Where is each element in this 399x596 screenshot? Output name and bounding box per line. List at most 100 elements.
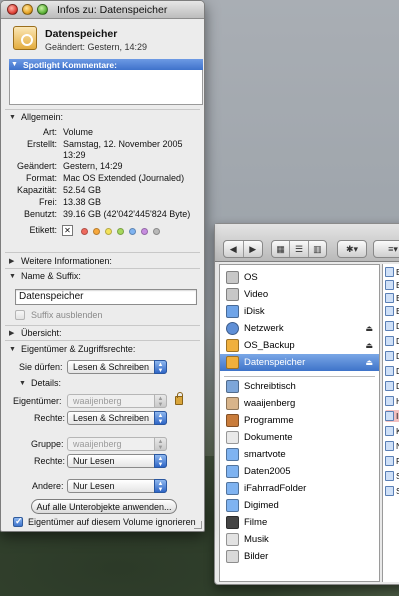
list-item[interactable]: Ba bbox=[385, 279, 399, 291]
title-bar[interactable]: Infos zu: Datenspeicher bbox=[1, 1, 204, 19]
sidebar-item-bilder[interactable]: Bilder bbox=[220, 548, 379, 565]
sidebar-item-daten2005[interactable]: Daten2005 bbox=[220, 463, 379, 480]
group-rights-popup[interactable]: Nur Lesen ▲ ▼ bbox=[67, 454, 167, 468]
info-key: Benutzt: bbox=[23, 209, 57, 219]
disclosure-triangle-open-icon[interactable]: ▼ bbox=[19, 380, 27, 387]
spotlight-comments-header[interactable]: ▼ Spotlight Kommentare: bbox=[9, 59, 203, 70]
disclosure-triangle-closed-icon[interactable]: ▶ bbox=[9, 257, 17, 265]
popup-arrows-icon: ▲ ▼ bbox=[154, 411, 167, 425]
group-popup[interactable]: waaijenberg ▲ ▼ bbox=[67, 437, 167, 451]
disclosure-triangle-open-icon[interactable]: ▼ bbox=[11, 61, 19, 68]
arrange-menu-button[interactable]: ≡▾ bbox=[373, 240, 399, 258]
owner-rights-label: Rechte: bbox=[34, 413, 66, 423]
sidebar-item-os[interactable]: OS bbox=[220, 269, 379, 286]
eject-icon[interactable]: ⏏ bbox=[365, 341, 373, 350]
others-popup[interactable]: Nur Lesen ▲ ▼ bbox=[67, 479, 167, 493]
folder-icon bbox=[385, 426, 394, 436]
disclosure-triangle-closed-icon[interactable]: ▶ bbox=[9, 329, 17, 337]
section-name-suffix[interactable]: ▼ Name & Suffix: bbox=[9, 271, 81, 281]
file-icon bbox=[385, 293, 394, 303]
label-red-dot[interactable] bbox=[81, 228, 88, 235]
list-item[interactable]: Do bbox=[385, 380, 399, 392]
music-note-icon bbox=[226, 533, 239, 546]
action-menu-button[interactable]: ✱▾ bbox=[337, 240, 367, 258]
sidebar-item-smartvote[interactable]: smartvote bbox=[220, 446, 379, 463]
file-icon bbox=[385, 336, 394, 346]
section-general[interactable]: ▼ Allgemein: bbox=[9, 112, 63, 122]
section-more-info[interactable]: ▶ Weitere Informationen: bbox=[9, 256, 112, 266]
pictures-icon bbox=[226, 550, 239, 563]
sidebar-item-digimed[interactable]: Digimed bbox=[220, 497, 379, 514]
sidebar-item-musik[interactable]: Musik bbox=[220, 531, 379, 548]
label-orange-dot[interactable] bbox=[93, 228, 100, 235]
zoom-button[interactable] bbox=[37, 4, 48, 15]
disclosure-triangle-open-icon[interactable]: ▼ bbox=[9, 114, 17, 121]
sidebar-item-dokumente[interactable]: Dokumente bbox=[220, 429, 379, 446]
hide-suffix-checkbox[interactable] bbox=[15, 310, 25, 320]
divider bbox=[5, 109, 200, 110]
label-purple-dot[interactable] bbox=[141, 228, 148, 235]
film-icon bbox=[226, 516, 239, 529]
list-item[interactable]: Da bbox=[385, 335, 399, 347]
ignore-ownership-checkbox[interactable] bbox=[13, 516, 23, 527]
list-item[interactable]: Ba bbox=[385, 292, 399, 304]
sidebar-item-programme[interactable]: Programme bbox=[220, 412, 379, 429]
list-item[interactable]: Sc bbox=[385, 470, 399, 482]
sidebar-item-label: waaijenberg bbox=[244, 398, 296, 409]
column-view-icon[interactable]: ▥ bbox=[309, 241, 326, 257]
sidebar-item-os-backup[interactable]: OS_Backup ⏏ bbox=[220, 337, 379, 354]
label-green-dot[interactable] bbox=[117, 228, 124, 235]
spotlight-comments-field[interactable] bbox=[9, 70, 203, 105]
label-gray-dot[interactable] bbox=[153, 228, 160, 235]
resize-handle[interactable] bbox=[194, 521, 202, 529]
section-preview[interactable]: ▶ Übersicht: bbox=[9, 328, 62, 338]
no-label-x-icon[interactable]: ✕ bbox=[62, 225, 73, 236]
sidebar-item-video[interactable]: Video bbox=[220, 286, 379, 303]
list-item[interactable]: Di bbox=[385, 365, 399, 377]
list-item[interactable]: In bbox=[385, 410, 399, 422]
sidebar-item-idisk[interactable]: iDisk bbox=[220, 303, 379, 320]
minimize-button[interactable] bbox=[22, 4, 33, 15]
popup-arrows-icon: ▲ ▼ bbox=[154, 437, 167, 451]
eject-icon[interactable]: ⏏ bbox=[365, 324, 373, 333]
list-item[interactable]: Di bbox=[385, 350, 399, 362]
sidebar-item-home[interactable]: waaijenberg bbox=[220, 395, 379, 412]
folder-icon bbox=[385, 381, 394, 391]
hard-drive-icon bbox=[226, 288, 239, 301]
list-item[interactable]: Ba bbox=[385, 266, 399, 278]
icon-view-icon[interactable]: ▦ bbox=[272, 241, 291, 257]
disclosure-triangle-open-icon[interactable]: ▼ bbox=[9, 346, 17, 353]
folder-icon bbox=[226, 499, 239, 512]
section-permissions[interactable]: ▼ Eigentümer & Zugriffsrechte: bbox=[9, 344, 135, 354]
forward-arrow-icon[interactable]: ▶ bbox=[244, 241, 263, 257]
list-item[interactable]: Se bbox=[385, 485, 399, 497]
disclosure-triangle-open-icon[interactable]: ▼ bbox=[9, 273, 17, 280]
label-yellow-dot[interactable] bbox=[105, 228, 112, 235]
view-switcher[interactable]: ▦ ☰ ▥ bbox=[271, 240, 327, 258]
list-item[interactable]: Ne bbox=[385, 440, 399, 452]
list-item[interactable]: Ba bbox=[385, 305, 399, 317]
section-details[interactable]: ▼ Details: bbox=[19, 378, 61, 388]
sidebar-item-datenspeicher[interactable]: Datenspeicher ⏏ bbox=[220, 354, 379, 371]
lock-icon[interactable] bbox=[175, 392, 183, 405]
list-view-icon[interactable]: ☰ bbox=[290, 241, 309, 257]
you-can-popup[interactable]: Lesen & Schreiben ▲ ▼ bbox=[67, 360, 167, 374]
sidebar-item-netzwerk[interactable]: Netzwerk ⏏ bbox=[220, 320, 379, 337]
owner-rights-popup[interactable]: Lesen & Schreiben ▲ ▼ bbox=[67, 411, 167, 425]
back-arrow-icon[interactable]: ◀ bbox=[224, 241, 244, 257]
close-button[interactable] bbox=[7, 4, 18, 15]
sidebar-item-ifahrradfolder[interactable]: iFahrradFolder bbox=[220, 480, 379, 497]
eject-icon[interactable]: ⏏ bbox=[365, 358, 373, 367]
back-forward-control[interactable]: ◀ ▶ bbox=[223, 240, 263, 258]
list-item[interactable]: PE bbox=[385, 455, 399, 467]
sidebar-item-schreibtisch[interactable]: Schreibtisch bbox=[220, 378, 379, 395]
folder-icon bbox=[226, 465, 239, 478]
list-item[interactable]: Ke bbox=[385, 425, 399, 437]
apply-to-enclosed-button[interactable]: Auf alle Unterobjekte anwenden... bbox=[31, 499, 177, 514]
list-item[interactable]: Ha bbox=[385, 395, 399, 407]
sidebar-item-filme[interactable]: Filme bbox=[220, 514, 379, 531]
list-item[interactable]: Da bbox=[385, 320, 399, 332]
name-input[interactable]: Datenspeicher bbox=[15, 289, 197, 305]
owner-popup[interactable]: waaijenberg ▲ ▼ bbox=[67, 394, 167, 408]
label-blue-dot[interactable] bbox=[129, 228, 136, 235]
